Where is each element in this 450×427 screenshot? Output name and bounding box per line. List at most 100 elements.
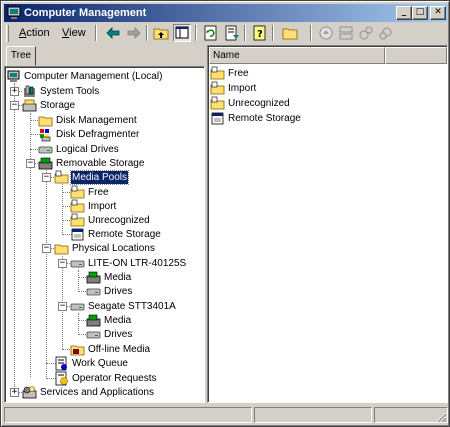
tree-node-label: Computer Management (Local) xyxy=(24,71,163,82)
column-header-empty[interactable] xyxy=(385,47,447,64)
eject-icon xyxy=(319,26,333,40)
storage-icon xyxy=(22,99,37,112)
minimize-button[interactable]: _ xyxy=(396,6,412,20)
export-list-icon xyxy=(225,25,239,41)
toolbar-separator xyxy=(244,25,246,41)
tree-node-label: Media xyxy=(104,272,132,283)
operator-requests-icon xyxy=(55,371,68,386)
expand-button[interactable]: + xyxy=(10,388,19,397)
tree-node-label: System Tools xyxy=(40,86,100,97)
tree-node-label: Seagate STT3401A xyxy=(88,301,176,312)
tools-icon xyxy=(24,85,35,97)
status-pane-main xyxy=(4,407,252,423)
list-item-label: Unrecognized xyxy=(228,98,290,109)
new-folder-button[interactable] xyxy=(281,24,299,42)
list-item-label: Free xyxy=(228,68,249,79)
tree-node-label: Media Pools xyxy=(69,170,130,185)
tree-node-label: Media xyxy=(104,315,132,326)
forward-icon xyxy=(127,27,141,39)
collapse-button[interactable]: − xyxy=(58,302,67,311)
tree-node-label: Operator Requests xyxy=(72,373,157,384)
collapse-button[interactable]: − xyxy=(26,159,35,168)
mount-button[interactable] xyxy=(337,24,355,42)
column-header-name[interactable]: Name xyxy=(209,47,385,64)
toolbar-separator xyxy=(272,25,274,41)
help-icon: ? xyxy=(253,25,266,41)
list-item-label: Remote Storage xyxy=(228,113,301,124)
maximize-button[interactable]: □ xyxy=(412,6,428,20)
tree-node-label: Physical Locations xyxy=(72,243,155,254)
folder-icon xyxy=(38,116,53,127)
remote-storage-icon xyxy=(211,112,224,125)
tree-node-label: Removable Storage xyxy=(56,158,145,169)
tree-node-label: LITE-ON LTR-40125S xyxy=(88,258,187,269)
drive-icon xyxy=(86,288,101,296)
details-list-pane[interactable]: Name Free Import Unrecognized Remote Sto… xyxy=(207,45,448,403)
back-button[interactable] xyxy=(104,24,122,42)
offline-media-icon xyxy=(70,345,85,356)
toolbar-grip[interactable] xyxy=(6,25,9,42)
eject-button[interactable] xyxy=(317,24,335,42)
tree-node-label: Services and Applications xyxy=(40,387,154,398)
cleanup-button[interactable] xyxy=(357,24,375,42)
tree-connector xyxy=(78,313,79,335)
remote-storage-icon xyxy=(71,228,84,241)
tree-node-label: Drives xyxy=(104,286,133,297)
refresh-icon xyxy=(204,25,217,41)
resize-grip-icon[interactable] xyxy=(435,411,447,423)
tree-connector xyxy=(14,83,15,393)
help-button[interactable]: ? xyxy=(251,24,269,42)
expand-button[interactable]: + xyxy=(10,87,19,96)
tab-tree[interactable]: Tree xyxy=(6,46,36,66)
tree-node-label: Storage xyxy=(40,100,76,111)
collapse-button[interactable]: − xyxy=(42,173,51,182)
tree-connector xyxy=(78,270,79,292)
tree-node-label: Import xyxy=(88,201,117,212)
show-hide-tree-icon xyxy=(175,26,189,39)
cleanup-icon xyxy=(359,26,373,40)
computer-management-window: Computer Management _ □ ✕ Action View ? … xyxy=(0,0,450,427)
refresh-button[interactable] xyxy=(202,24,220,42)
tree-node-label: Remote Storage xyxy=(88,229,161,240)
back-icon xyxy=(106,27,120,39)
tree-node-label: Disk Defragmenter xyxy=(56,129,140,140)
media-icon xyxy=(86,314,101,327)
collapse-button[interactable]: − xyxy=(58,259,67,268)
media-icon xyxy=(86,271,101,284)
export-list-button[interactable] xyxy=(223,24,241,42)
collapse-button[interactable]: − xyxy=(42,244,51,253)
configure-icon xyxy=(379,27,392,40)
menu-view[interactable]: View xyxy=(59,27,89,40)
menu-action[interactable]: Action xyxy=(16,27,53,40)
work-queue-icon xyxy=(55,356,67,371)
tree-connector xyxy=(46,170,47,379)
media-pool-icon xyxy=(210,81,225,95)
tree-node-label: Logical Drives xyxy=(56,144,119,155)
title-bar[interactable]: Computer Management _ □ ✕ xyxy=(4,4,448,22)
drive-icon xyxy=(38,146,53,154)
media-pool-icon xyxy=(210,96,225,110)
drive-icon xyxy=(70,303,85,311)
collapse-button[interactable]: − xyxy=(10,101,19,110)
configure-button[interactable] xyxy=(377,24,395,42)
tree-node-label: Disk Management xyxy=(56,115,137,126)
drive-icon xyxy=(86,331,101,339)
tree-node-label: Free xyxy=(88,187,109,198)
window-title: Computer Management xyxy=(24,7,147,19)
new-folder-icon xyxy=(282,28,298,40)
tree-connector xyxy=(30,113,31,377)
toolbar-separator xyxy=(95,25,97,41)
show-hide-tree-button[interactable] xyxy=(173,24,191,42)
services-icon xyxy=(22,386,37,399)
close-button[interactable]: ✕ xyxy=(430,6,446,20)
svg-text:?: ? xyxy=(257,29,263,40)
up-one-level-button[interactable] xyxy=(152,24,170,42)
up-folder-icon xyxy=(153,28,169,40)
tree-node-label: Work Queue xyxy=(72,358,128,369)
mount-icon xyxy=(339,26,353,40)
tree-pane[interactable]: + − − − − − − + Computer Management (Loc… xyxy=(4,66,205,403)
tree-node-label: Drives xyxy=(104,329,133,340)
forward-button[interactable] xyxy=(125,24,143,42)
menu-toolbar-bar: Action View ? xyxy=(4,23,448,43)
toolbar-separator xyxy=(310,25,312,41)
